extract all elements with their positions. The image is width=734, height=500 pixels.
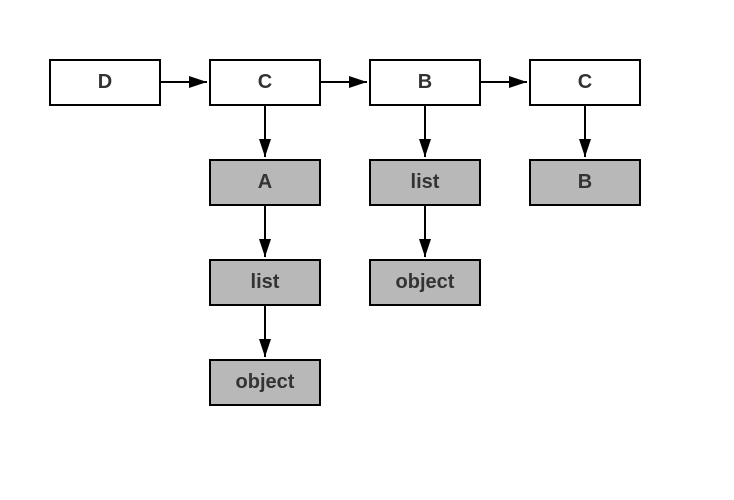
diagram-canvas: D C B C A list B list object object <box>0 0 734 500</box>
node-b2-label: B <box>578 171 592 193</box>
node-a: A <box>210 160 320 205</box>
node-list-1: list <box>370 160 480 205</box>
node-d-label: D <box>98 71 112 93</box>
node-b1-label: B <box>418 71 432 93</box>
node-b-1: B <box>370 60 480 105</box>
node-a-label: A <box>258 171 272 193</box>
node-d: D <box>50 60 160 105</box>
node-object1-label: object <box>396 271 455 293</box>
node-c-2: C <box>530 60 640 105</box>
node-b-2: B <box>530 160 640 205</box>
node-object-1: object <box>370 260 480 305</box>
node-c1-label: C <box>258 71 272 93</box>
node-list1-label: list <box>411 171 440 193</box>
node-object2-label: object <box>236 371 295 393</box>
node-c-1: C <box>210 60 320 105</box>
node-list2-label: list <box>251 271 280 293</box>
node-c2-label: C <box>578 71 592 93</box>
node-list-2: list <box>210 260 320 305</box>
node-object-2: object <box>210 360 320 405</box>
